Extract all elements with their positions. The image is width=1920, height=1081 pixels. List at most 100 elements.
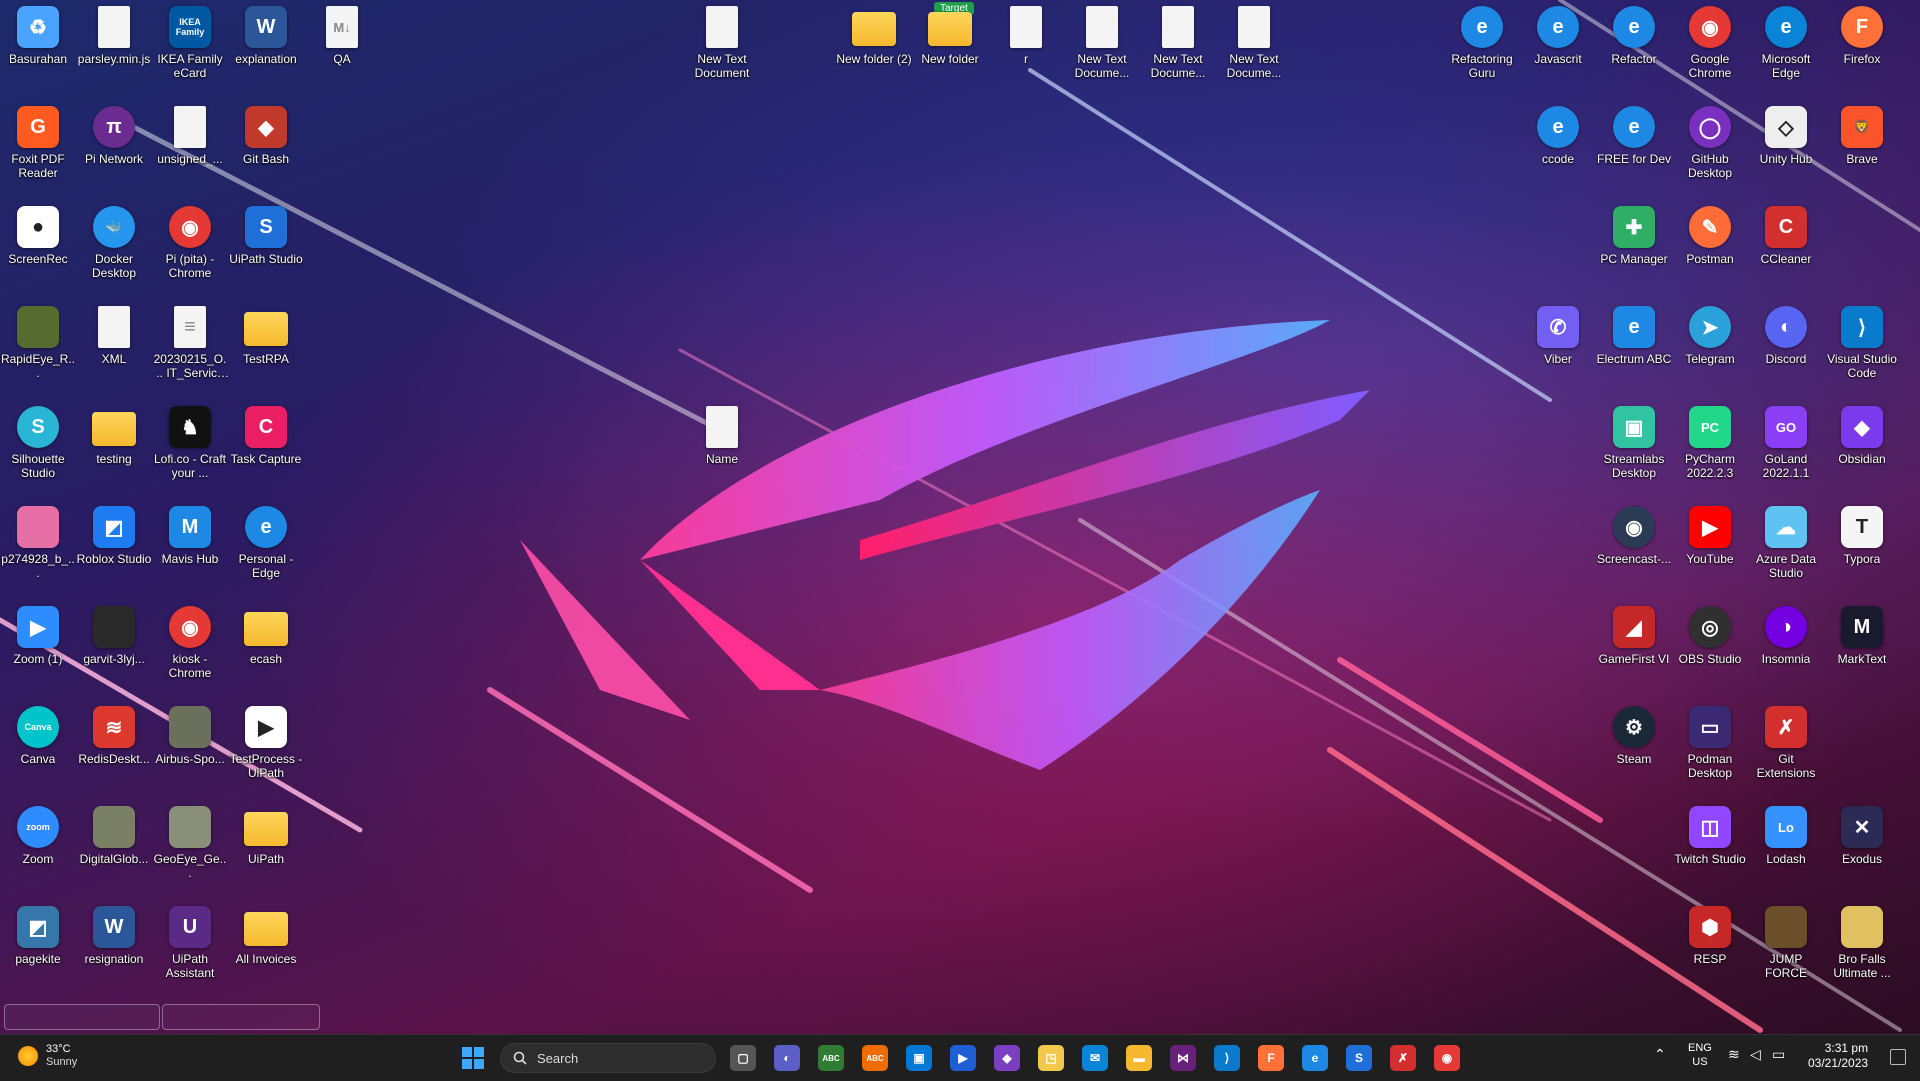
desktop-icon[interactable]: XML [76,306,152,366]
desktop-icon[interactable]: GO GoLand 2022.1.1 [1748,406,1824,480]
taskbar-visual-studio-icon[interactable]: ◆ [994,1045,1020,1071]
taskbar-microsoft-store-icon[interactable]: ▣ [906,1045,932,1071]
taskbar-search[interactable]: Search [500,1043,716,1073]
desktop-icon[interactable]: r [988,6,1064,66]
desktop-icon[interactable]: M MarkText [1824,606,1900,666]
taskbar-edge-icon[interactable]: e [1302,1045,1328,1071]
desktop-icon[interactable]: M↓ QA [304,6,380,66]
desktop-icon[interactable]: e Refactor [1596,6,1672,66]
desktop-icon[interactable]: e Refactoring Guru [1444,6,1520,80]
desktop-icon[interactable]: GeoEye_Ge... [152,806,228,880]
desktop-icon[interactable]: ◆ Obsidian [1824,406,1900,466]
taskbar-abc-app-1-icon[interactable]: ABC [818,1045,844,1071]
desktop-icon[interactable]: ◉ Google Chrome [1672,6,1748,80]
desktop-icon[interactable]: ▶ TestProcess - UiPath [228,706,304,780]
desktop-icon[interactable]: All Invoices [228,906,304,966]
desktop-icon[interactable]: ▣ Streamlabs Desktop [1596,406,1672,480]
desktop-icon[interactable]: ◐ Discord [1748,306,1824,366]
desktop-icon[interactable]: ✗ Git Extensions [1748,706,1824,780]
desktop-icon[interactable]: ♞ Lofi.co - Craft your ... [152,406,228,480]
desktop-icon[interactable]: ◑ Insomnia [1748,606,1824,666]
desktop-icon[interactable]: New folder (2) [836,6,912,66]
desktop-icon[interactable]: TestRPA [228,306,304,366]
desktop-icon[interactable]: New folder [912,6,988,66]
desktop-icon[interactable]: Name [684,406,760,466]
battery-icon[interactable]: ▭ [1772,1047,1785,1061]
desktop-icon[interactable]: F Firefox [1824,6,1900,66]
desktop-icon[interactable]: ◢ GameFirst VI [1596,606,1672,666]
desktop-icon[interactable]: Airbus-Spo... [152,706,228,766]
desktop-icon[interactable]: U UiPath Assistant [152,906,228,980]
desktop-icon[interactable]: M Mavis Hub [152,506,228,566]
desktop-icon[interactable]: ♻ Basurahan [0,6,76,66]
clock[interactable]: 3:31 pm 03/21/2023 [1808,1041,1868,1071]
desktop-icon[interactable]: T Typora [1824,506,1900,566]
desktop-icon[interactable]: π Pi Network [76,106,152,166]
volume-icon[interactable]: ◁ [1750,1047,1761,1061]
desktop-icon[interactable]: C CCleaner [1748,206,1824,266]
desktop-icon[interactable]: ◎ OBS Studio [1672,606,1748,666]
desktop-icon[interactable]: e Electrum ABC [1596,306,1672,366]
desktop-icon[interactable]: ⟩ Visual Studio Code [1824,306,1900,380]
taskbar-git-extensions-icon[interactable]: ✗ [1390,1045,1416,1071]
desktop-icon[interactable]: ✆ Viber [1520,306,1596,366]
desktop-icon[interactable]: S Silhouette Studio [0,406,76,480]
desktop-icon[interactable]: ▶ YouTube [1672,506,1748,566]
desktop-icon[interactable]: IKEA Family IKEA Family eCard [152,6,228,80]
desktop-icon[interactable]: e Javascrit [1520,6,1596,66]
desktop-icon[interactable]: e FREE for Dev [1596,106,1672,166]
taskbar-file-explorer-icon[interactable]: ▬ [1126,1045,1152,1071]
desktop-icon[interactable]: ▭ Podman Desktop [1672,706,1748,780]
desktop-icon[interactable]: New Text Document [684,6,760,80]
desktop-icon[interactable]: 🐳 Docker Desktop [76,206,152,280]
taskbar-teams-chat-icon[interactable]: ◐ [774,1045,800,1071]
desktop-icon[interactable]: ➤ Telegram [1672,306,1748,366]
desktop-icon[interactable]: Wresignation [76,906,152,966]
start-button[interactable] [462,1047,484,1069]
desktop-icon[interactable]: UiPath [228,806,304,866]
desktop-icon[interactable]: ≋ RedisDeskt... [76,706,152,766]
desktop-icon[interactable]: ecash [228,606,304,666]
desktop-icon[interactable]: parsley.min.js [76,6,152,66]
desktop-icon[interactable]: JUMP FORCE [1748,906,1824,980]
desktop-icon[interactable]: ✕ Exodus [1824,806,1900,866]
desktop-icon[interactable]: ● ScreenRec [0,206,76,266]
desktop-icon[interactable]: ◩ Roblox Studio [76,506,152,566]
notifications-icon[interactable] [1890,1049,1906,1065]
desktop-icon[interactable]: G Foxit PDF Reader [0,106,76,180]
desktop-icon[interactable]: ✎ Postman [1672,206,1748,266]
language-indicator[interactable]: ENG US [1688,1041,1712,1069]
desktop-icon[interactable]: ⚙ Steam [1596,706,1672,766]
taskbar-sticky-notes-icon[interactable]: ◳ [1038,1045,1064,1071]
desktop-icon[interactable]: garvit-3lyj... [76,606,152,666]
taskbar-visual-studio-2-icon[interactable]: ⋈ [1170,1045,1196,1071]
wifi-icon[interactable]: ≋ [1728,1047,1740,1061]
weather-widget[interactable]: 33°C Sunny [18,1043,77,1069]
desktop-icon[interactable]: ✚ PC Manager [1596,206,1672,266]
desktop-icon[interactable]: S UiPath Studio [228,206,304,266]
desktop-icon[interactable]: ⬢ RESP [1672,906,1748,966]
desktop-icon[interactable]: ◆ Git Bash [228,106,304,166]
desktop-icon[interactable]: Bro Falls Ultimate ... [1824,906,1900,980]
taskbar-vs-code-icon[interactable]: ⟩ [1214,1045,1240,1071]
taskbar-firefox-icon[interactable]: F [1258,1045,1284,1071]
desktop-icon[interactable]: e Personal - Edge [228,506,304,580]
desktop-icon[interactable]: unsigned_... [152,106,228,166]
desktop-icon[interactable]: ◉ Pi (pita) - Chrome [152,206,228,280]
taskbar-mail-icon[interactable]: ✉ [1082,1045,1108,1071]
desktop-icon[interactable]: e ccode [1520,106,1596,166]
desktop-icon[interactable]: p274928_b_... [0,506,76,580]
desktop-icon[interactable]: ≡ 20230215_O... IT_Service A... [152,306,228,380]
desktop-icon[interactable]: ☁ Azure Data Studio [1748,506,1824,580]
desktop-icon[interactable]: RapidEye_R... [0,306,76,380]
desktop-icon[interactable]: ◯ GitHub Desktop [1672,106,1748,180]
desktop-icon[interactable]: 🦁 Brave [1824,106,1900,166]
desktop-icon[interactable]: Canva Canva [0,706,76,766]
taskbar-uipath-icon[interactable]: S [1346,1045,1372,1071]
desktop-icon[interactable]: Wexplanation [228,6,304,66]
chevron-up-icon[interactable]: ⌃ [1654,1047,1666,1061]
taskbar-abc-app-2-icon[interactable]: ABC [862,1045,888,1071]
desktop-icon[interactable]: New Text Docume... [1140,6,1216,80]
desktop-icon[interactable]: ◉ Screencast-... [1596,506,1672,566]
desktop-icon[interactable]: testing [76,406,152,466]
